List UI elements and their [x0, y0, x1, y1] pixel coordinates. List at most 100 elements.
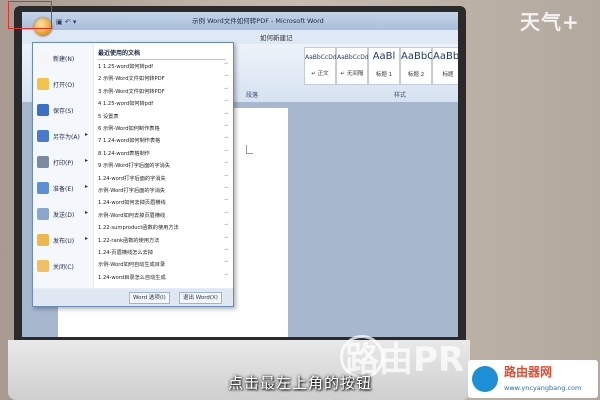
title-bar: 示例 Word文件如何转PDF - Microsoft Word — [22, 12, 458, 30]
menu-command[interactable]: 关闭(C) — [37, 257, 91, 275]
recent-document[interactable]: 8 1.24-word表格制作 ⊸ — [98, 148, 230, 159]
menu-command[interactable]: 打印(P) ▸ — [37, 153, 91, 171]
recent-document[interactable]: 1.24-word打字后面的字消失 ⊸ — [98, 173, 230, 184]
recent-document[interactable]: 7 1.24-word如何制作表格 ⊸ — [98, 135, 230, 146]
submenu-arrow-icon: ▸ — [85, 157, 89, 164]
style-title[interactable]: AaBbC 标题 — [432, 47, 458, 85]
site-name: 路由器网 — [504, 365, 553, 379]
recent-documents: 最近使用的文档 1 1.25-word如何转pdf ⊸ 2 示例-Word文件如何转… — [94, 43, 233, 288]
pin-icon[interactable]: ⊸ — [224, 259, 228, 265]
recent-document[interactable]: 示例-Word如何自动生成目录 ⊸ — [98, 259, 230, 270]
style-normal[interactable]: AaBbCcDd ↵ 正文 — [304, 47, 337, 85]
recent-document-label: 1.24-word打字后面的字消失 — [98, 175, 166, 182]
style-heading-1[interactable]: AaBl 标题 1 — [368, 47, 400, 85]
menu-command[interactable]: 新建(N) — [37, 49, 91, 67]
recent-document-label: 4 1.25-word如何转pdf — [98, 101, 154, 108]
text-cursor — [246, 145, 253, 154]
recent-document-label: 5 设置表 — [98, 113, 119, 120]
recent-title: 最近使用的文档 — [98, 48, 226, 60]
brand-mark: 天气+ — [520, 10, 580, 34]
exit-word-button[interactable]: 退出 Word(X) — [179, 292, 222, 304]
pin-icon[interactable]: ⊸ — [224, 197, 228, 203]
command-label: 关闭(C) — [53, 264, 74, 271]
recent-document-label: 示例-Word打字后面的字消失 — [98, 188, 166, 194]
style-no-spacing[interactable]: AaBbCcDd ↵ 无间隔 — [336, 47, 369, 85]
menu-command[interactable]: 准备(E) ▸ — [37, 179, 91, 197]
command-icon — [37, 208, 49, 220]
tab-item[interactable]: 如何新建记 — [260, 32, 293, 42]
recent-document-label: 1.24-word目录怎么自动生成 — [98, 274, 166, 281]
recent-document[interactable]: 3 示例-Word文件如何转PDF ⊸ — [98, 86, 230, 97]
pin-icon[interactable]: ⊸ — [224, 73, 228, 79]
pin-icon[interactable]: ⊸ — [224, 235, 228, 241]
recent-document[interactable]: 1.22-sumproduct函数的使用方法 ⊸ — [98, 222, 230, 233]
pin-icon[interactable]: ⊸ — [224, 135, 228, 141]
recent-document[interactable]: 1.24-页眉横线怎么去掉 ⊸ — [98, 247, 230, 258]
submenu-arrow-icon: ▸ — [85, 209, 89, 216]
recent-document[interactable]: 示例-Word打字后面的字消失 ⊸ — [98, 185, 230, 196]
recent-document[interactable]: 6 示例-Word如何制作表格 ⊸ — [98, 123, 230, 134]
recent-document-label: 3 示例-Word文件如何转PDF — [98, 88, 165, 95]
pin-icon[interactable]: ⊸ — [224, 86, 228, 92]
recent-document[interactable]: 2 示例-Word文件如何转PDF ⊸ — [98, 73, 230, 84]
word-options-button[interactable]: Word 选项(I) — [129, 292, 170, 304]
menu-command[interactable]: 保存(S) — [37, 101, 91, 119]
menu-command[interactable]: 另存为(A) ▸ — [37, 127, 91, 145]
group-label-styles: 样式 — [394, 92, 407, 99]
recent-document-label: 2 示例-Word文件如何转PDF — [98, 76, 165, 83]
command-label: 新建(N) — [53, 56, 75, 63]
command-label: 保存(S) — [53, 108, 74, 115]
menu-command[interactable]: 发送(D) ▸ — [37, 205, 91, 223]
pin-icon[interactable]: ⊸ — [224, 247, 228, 253]
menu-command[interactable]: 发布(U) ▸ — [37, 231, 91, 249]
command-label: 发布(U) — [53, 238, 75, 245]
recent-document-label: 9 示例-Word打字后面的字消失 — [98, 163, 171, 170]
command-label: 准备(E) — [53, 186, 74, 193]
recent-document-label: 1.24-word如何去掉页眉横线 — [98, 200, 166, 207]
highlight-box — [8, 1, 52, 29]
pin-icon[interactable]: ⊸ — [224, 185, 228, 191]
recent-document[interactable]: 1.24-word目录怎么自动生成 ⊸ — [98, 272, 230, 283]
pin-icon[interactable]: ⊸ — [224, 98, 228, 104]
recent-document-label: 示例-Word如何自动生成目录 — [98, 262, 166, 269]
pin-icon[interactable]: ⊸ — [224, 222, 228, 228]
recent-document[interactable]: 9 示例-Word打字后面的字消失 ⊸ — [98, 160, 230, 171]
router-icon — [472, 366, 498, 392]
menu-command[interactable]: 打开(O) — [37, 75, 91, 93]
pin-icon[interactable]: ⊸ — [224, 272, 228, 278]
group-label-paragraph: 段落 — [246, 92, 259, 99]
recent-document[interactable]: 示例-Word如何去掉页眉横线 ⊸ — [98, 210, 230, 221]
command-label: 另存为(A) — [53, 134, 80, 141]
pin-icon[interactable]: ⊸ — [224, 123, 228, 129]
command-icon — [37, 234, 49, 246]
command-icon — [37, 78, 49, 90]
recent-document-label: 1 1.25-word如何转pdf — [98, 64, 154, 70]
recent-document-label: 1.22-sumproduct函数的使用方法 — [98, 225, 179, 232]
recent-document-label: 8 1.24-word表格制作 — [98, 150, 150, 157]
pin-icon[interactable]: ⊸ — [224, 111, 228, 117]
pin-icon[interactable]: ⊸ — [224, 210, 228, 216]
recent-document[interactable]: 1.22-rank函数的使用方法 ⊸ — [98, 235, 230, 246]
pin-icon[interactable]: ⊸ — [224, 148, 228, 154]
site-badge: 路由器网 www.yncyangbang.com — [468, 360, 598, 398]
pin-icon[interactable]: ⊸ — [224, 160, 228, 166]
office-menu: 新建(N) 打开(O) 保存(S) 另存为(A) ▸ 打印(P) ▸ 准备(E) ▸ 发送(D) ▸… — [32, 42, 234, 307]
recent-document[interactable]: 5 设置表 ⊸ — [98, 111, 230, 122]
recent-document-label: 示例-Word如何去掉页眉横线 — [98, 212, 166, 219]
recent-document[interactable]: 1 1.25-word如何转pdf ⊸ — [98, 61, 230, 72]
quick-access-toolbar[interactable]: ▣ ↶ ▾ — [56, 18, 76, 26]
command-icon — [37, 156, 49, 168]
pin-icon[interactable]: ⊸ — [224, 173, 228, 179]
command-label: 发送(D) — [53, 212, 75, 219]
window-title: 示例 Word文件如何转PDF - Microsoft Word — [192, 17, 324, 25]
pin-icon[interactable]: ⊸ — [224, 61, 228, 67]
command-icon — [37, 130, 49, 142]
command-label: 打开(O) — [53, 82, 75, 89]
recent-document[interactable]: 1.24-word如何去掉页眉横线 ⊸ — [98, 197, 230, 208]
recent-document[interactable]: 4 1.25-word如何转pdf ⊸ — [98, 98, 230, 109]
submenu-arrow-icon: ▸ — [85, 131, 89, 138]
submenu-arrow-icon: ▸ — [85, 183, 89, 190]
command-icon — [37, 104, 49, 116]
recent-document-label: 7 1.24-word如何制作表格 — [98, 138, 161, 145]
style-heading-2[interactable]: AaBbC 标题 2 — [400, 47, 434, 85]
